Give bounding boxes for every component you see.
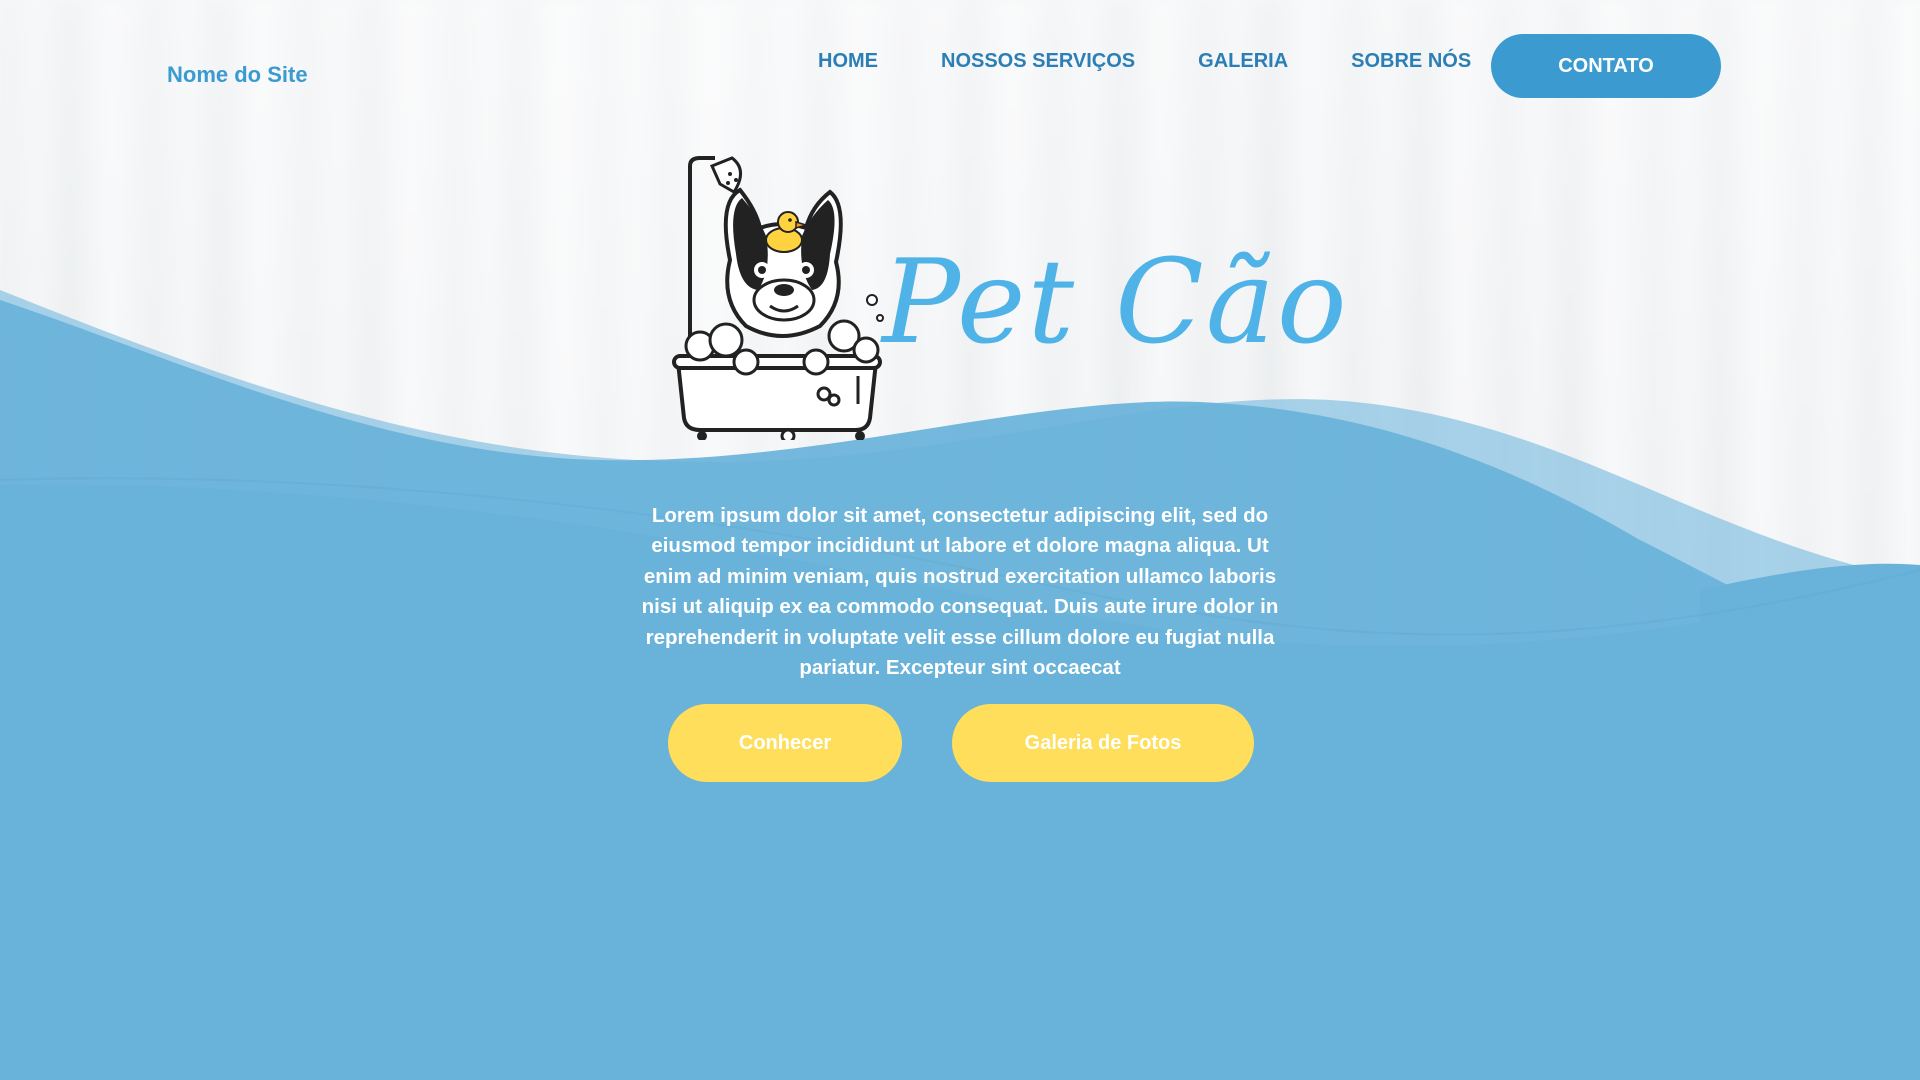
nav-gallery[interactable]: GALERIA: [1198, 50, 1288, 73]
contact-button[interactable]: CONTATO: [1491, 34, 1721, 98]
pet-cao-logo: Pet Cão: [670, 150, 1347, 440]
hero-description: Lorem ipsum dolor sit amet, consectetur …: [641, 503, 1279, 680]
site-name[interactable]: Nome do Site: [167, 62, 308, 88]
photo-gallery-button[interactable]: Galeria de Fotos: [952, 704, 1254, 782]
conhecer-button[interactable]: Conhecer: [668, 704, 902, 782]
nav-about[interactable]: SOBRE NÓS: [1351, 50, 1471, 73]
nav-services[interactable]: NOSSOS SERVIÇOS: [941, 50, 1135, 73]
main-navigation: HOME NOSSOS SERVIÇOS GALERIA SOBRE NÓS: [818, 50, 1471, 73]
dog-in-bathtub-icon: [672, 156, 884, 440]
logo-wordmark: Pet Cão: [882, 235, 1349, 370]
nav-home[interactable]: HOME: [818, 50, 878, 73]
hero-buttons: Conhecer Galeria de Fotos: [668, 704, 1254, 782]
landing-page: Nome do Site HOME NOSSOS SERVIÇOS GALERI…: [0, 0, 1920, 1080]
